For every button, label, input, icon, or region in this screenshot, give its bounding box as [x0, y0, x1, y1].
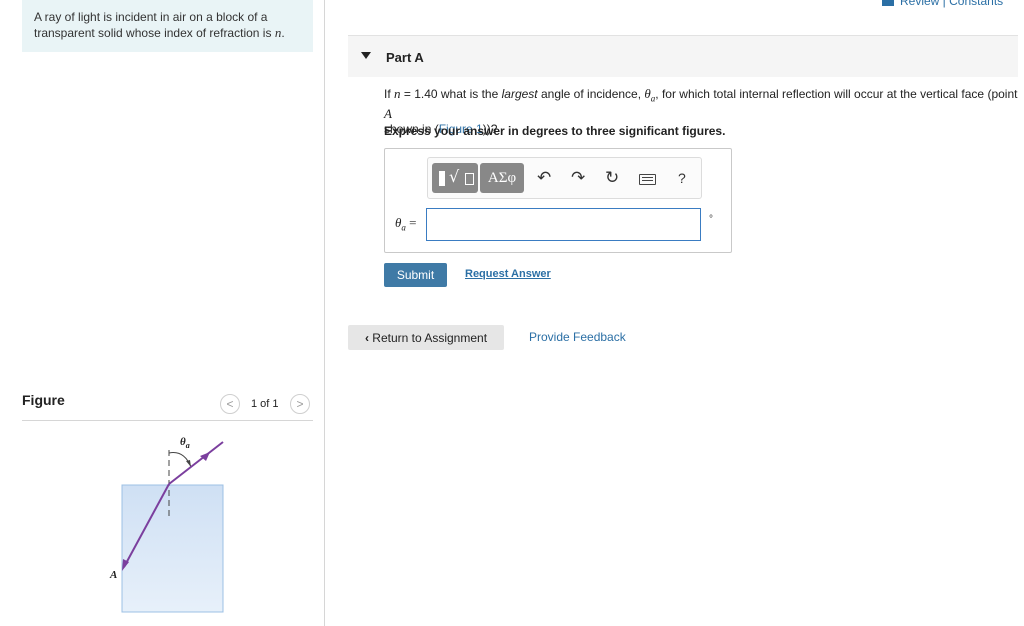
answer-variable-label: θa = [395, 215, 416, 233]
review-icon [882, 0, 894, 7]
point-a-label: A [109, 569, 117, 581]
answer-theta-sub: a [401, 222, 406, 233]
answer-input[interactable] [426, 208, 701, 241]
help-icon[interactable]: ? [678, 167, 686, 189]
submit-button[interactable]: Submit [384, 263, 447, 287]
column-divider [324, 0, 325, 626]
q-point-a: A [384, 106, 392, 122]
degree-unit: ° [709, 214, 713, 225]
redo-icon[interactable]: ↷ [571, 167, 585, 189]
q-largest: largest [501, 87, 538, 101]
part-a-header[interactable]: Part A [348, 35, 1018, 77]
templates-button[interactable]: √ [432, 163, 478, 193]
reset-icon[interactable]: ↻ [605, 167, 619, 189]
answer-equals: = [409, 215, 417, 230]
refraction-figure: θa A [109, 436, 224, 613]
problem-end: . [281, 26, 285, 40]
provide-feedback-link[interactable]: Provide Feedback [529, 330, 626, 344]
keyboard-icon[interactable] [639, 174, 656, 185]
problem-text: A ray of light is incident in air on a b… [34, 10, 272, 40]
q-text-3: angle of incidence, [540, 87, 642, 101]
answer-instructions: Express your answer in degrees to three … [384, 124, 726, 138]
q-text-2: = 1.40 what is the [403, 87, 499, 101]
part-a-label: Part A [386, 50, 424, 65]
figure-prev-button[interactable]: < [220, 394, 240, 414]
theta-a-label: θa [180, 436, 190, 450]
math-toolbar: √ ΑΣφ ↶ ↷ ↻ ? [427, 157, 702, 199]
figure-next-button[interactable]: > [290, 394, 310, 414]
incident-ray [168, 441, 224, 485]
q-var-n: n [394, 86, 401, 101]
angle-arc [168, 452, 192, 468]
chevron-left-icon: ‹ [364, 330, 369, 345]
undo-icon[interactable]: ↶ [537, 167, 551, 189]
problem-statement: A ray of light is incident in air on a b… [22, 0, 313, 52]
greek-symbols-button[interactable]: ΑΣφ [480, 163, 524, 193]
review-constants-link[interactable]: Review | Constants [882, 0, 1003, 8]
figure-heading: Figure [22, 392, 65, 408]
review-label: Review | Constants [900, 0, 1004, 8]
request-answer-link[interactable]: Request Answer [465, 268, 551, 280]
figure-counter: 1 of 1 [251, 398, 279, 410]
q-text-1: If [384, 87, 391, 101]
radical-icon: √ [449, 167, 460, 186]
angle-arrow-icon [186, 460, 191, 467]
q-text-4: , for which total internal reflection wi… [655, 87, 1018, 101]
return-label: Return to Assignment [372, 330, 488, 345]
collapse-triangle-icon[interactable] [361, 52, 371, 59]
box-icon [465, 173, 474, 185]
return-to-assignment-button[interactable]: ‹ Return to Assignment [348, 325, 504, 350]
glass-block [121, 484, 224, 613]
templates-icon [439, 171, 445, 186]
